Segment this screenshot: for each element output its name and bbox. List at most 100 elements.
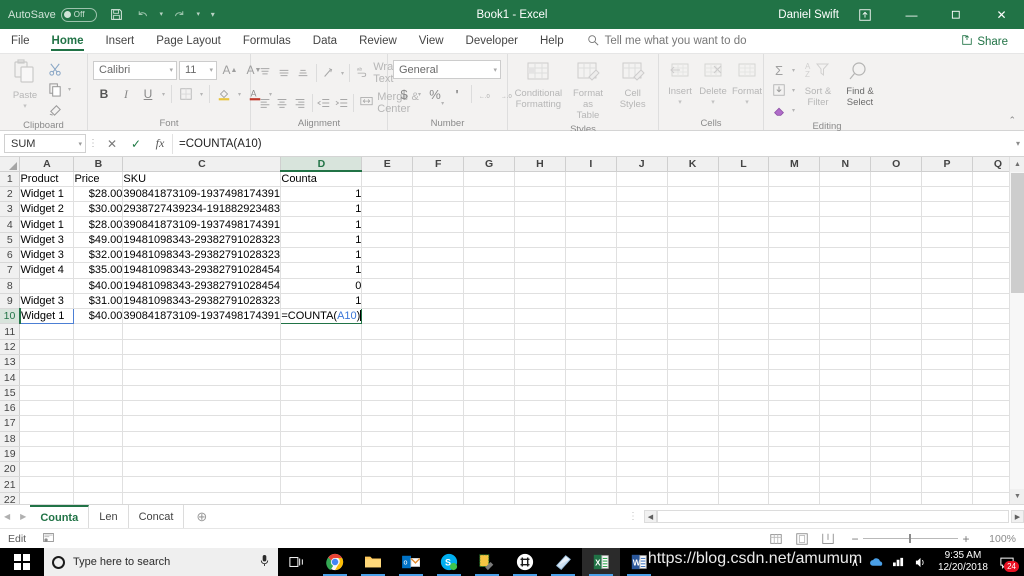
cell-F21[interactable]	[412, 476, 465, 493]
vertical-scroll-thumb[interactable]	[1011, 173, 1024, 293]
save-icon[interactable]	[105, 3, 129, 27]
borders-icon[interactable]	[175, 84, 197, 104]
cell-J20[interactable]	[616, 461, 668, 478]
cell-A22[interactable]	[19, 492, 75, 504]
cell-I10[interactable]	[565, 308, 617, 325]
cell-L1[interactable]	[718, 171, 770, 187]
cell-H5[interactable]	[514, 232, 566, 248]
cell-L18[interactable]	[718, 431, 770, 447]
row-header-20[interactable]: 20	[0, 461, 21, 478]
cell-M16[interactable]	[768, 400, 821, 417]
cell-K22[interactable]	[667, 492, 719, 504]
user-account-name[interactable]: Daniel Swift	[778, 9, 839, 21]
formula-input[interactable]: =COUNTA(A10)	[172, 133, 1006, 154]
cell-F17[interactable]	[412, 415, 465, 432]
cell-M8[interactable]	[768, 278, 821, 294]
cell-I21[interactable]	[565, 476, 617, 493]
cell-D13[interactable]	[280, 354, 363, 371]
cell-B18[interactable]	[73, 431, 124, 447]
cell-H15[interactable]	[514, 385, 566, 401]
redo-dropdown-icon[interactable]: ▾	[194, 3, 203, 27]
cell-E3[interactable]	[361, 201, 414, 218]
tab-help[interactable]: Help	[529, 29, 575, 53]
fill-down-icon[interactable]	[769, 80, 789, 100]
cell-D15[interactable]	[280, 385, 363, 401]
undo-icon[interactable]	[131, 3, 155, 27]
record-macro-icon[interactable]	[26, 531, 55, 547]
cell-P4[interactable]	[921, 216, 973, 233]
cell-C1[interactable]: SKU	[122, 171, 282, 187]
cell-I14[interactable]	[565, 369, 617, 386]
cell-O10[interactable]	[870, 308, 923, 325]
row-header-14[interactable]: 14	[0, 369, 21, 386]
cell-O19[interactable]	[870, 446, 923, 463]
cell-B22[interactable]	[73, 492, 124, 504]
cell-F18[interactable]	[412, 431, 465, 447]
cell-K16[interactable]	[667, 400, 719, 417]
cell-O14[interactable]	[870, 369, 923, 386]
cell-N9[interactable]	[819, 293, 872, 310]
cell-G10[interactable]	[463, 308, 516, 325]
cell-P10[interactable]	[921, 308, 973, 325]
cell-J6[interactable]	[616, 247, 668, 264]
zoom-out-button[interactable]: −	[847, 532, 863, 546]
cell-E15[interactable]	[361, 385, 414, 401]
cell-B11[interactable]	[73, 323, 124, 340]
align-center-icon[interactable]	[274, 93, 292, 113]
cell-J5[interactable]	[616, 232, 668, 248]
cell-H13[interactable]	[514, 354, 566, 371]
cell-O9[interactable]	[870, 293, 923, 310]
sheet-tab-counta[interactable]: Counta	[30, 505, 90, 528]
snagit-icon[interactable]	[468, 548, 506, 576]
cell-K10[interactable]	[667, 308, 719, 325]
cell-E13[interactable]	[361, 354, 414, 371]
row-header-8[interactable]: 8	[0, 278, 21, 294]
comma-format-icon[interactable]: '	[446, 84, 468, 104]
orientation-dropdown-icon[interactable]: ▾	[339, 70, 347, 77]
cell-C9[interactable]: 19481098343-29382791028323	[122, 293, 282, 310]
cell-E11[interactable]	[361, 323, 414, 340]
share-button[interactable]: Share	[953, 29, 1016, 54]
cell-N15[interactable]	[819, 385, 872, 401]
cell-M12[interactable]	[768, 339, 821, 356]
cell-A2[interactable]: Widget 1	[19, 186, 75, 203]
expand-formula-bar-icon[interactable]: ▾	[1016, 139, 1020, 148]
cell-E17[interactable]	[361, 415, 414, 432]
cell-J17[interactable]	[616, 415, 668, 432]
cell-K17[interactable]	[667, 415, 719, 432]
normal-view-icon[interactable]	[763, 529, 789, 549]
cell-O5[interactable]	[870, 232, 923, 248]
cell-D17[interactable]	[280, 415, 363, 432]
horizontal-scroll-thumb[interactable]	[658, 511, 1008, 522]
scissors-icon[interactable]	[45, 59, 65, 79]
row-header-18[interactable]: 18	[0, 431, 21, 447]
cell-M11[interactable]	[768, 323, 821, 340]
row-header-2[interactable]: 2	[0, 186, 21, 203]
cell-F7[interactable]	[412, 262, 465, 279]
row-header-3[interactable]: 3	[0, 201, 21, 218]
cell-B8[interactable]: $40.00	[73, 278, 124, 294]
cell-E5[interactable]	[361, 232, 414, 248]
cell-I5[interactable]	[565, 232, 617, 248]
cell-A4[interactable]: Widget 1	[19, 216, 75, 233]
cell-C11[interactable]	[122, 323, 282, 340]
clear-eraser-icon[interactable]	[769, 100, 789, 120]
cell-N11[interactable]	[819, 323, 872, 340]
cell-P3[interactable]	[921, 201, 973, 218]
cell-A9[interactable]: Widget 3	[19, 293, 75, 310]
taskbar-clock[interactable]: 9:35 AM 12/20/2018	[932, 550, 994, 574]
cell-E8[interactable]	[361, 278, 414, 294]
cell-H21[interactable]	[514, 476, 566, 493]
cell-H1[interactable]	[514, 171, 566, 187]
cell-B21[interactable]	[73, 476, 124, 493]
cell-G3[interactable]	[463, 201, 516, 218]
cell-C21[interactable]	[122, 476, 282, 493]
col-header-P[interactable]: P	[921, 157, 973, 172]
cell-K18[interactable]	[667, 431, 719, 447]
cell-E7[interactable]	[361, 262, 414, 279]
cell-I16[interactable]	[565, 400, 617, 417]
cell-H19[interactable]	[514, 446, 566, 463]
cell-L14[interactable]	[718, 369, 770, 386]
cell-J7[interactable]	[616, 262, 668, 279]
cell-F19[interactable]	[412, 446, 465, 463]
